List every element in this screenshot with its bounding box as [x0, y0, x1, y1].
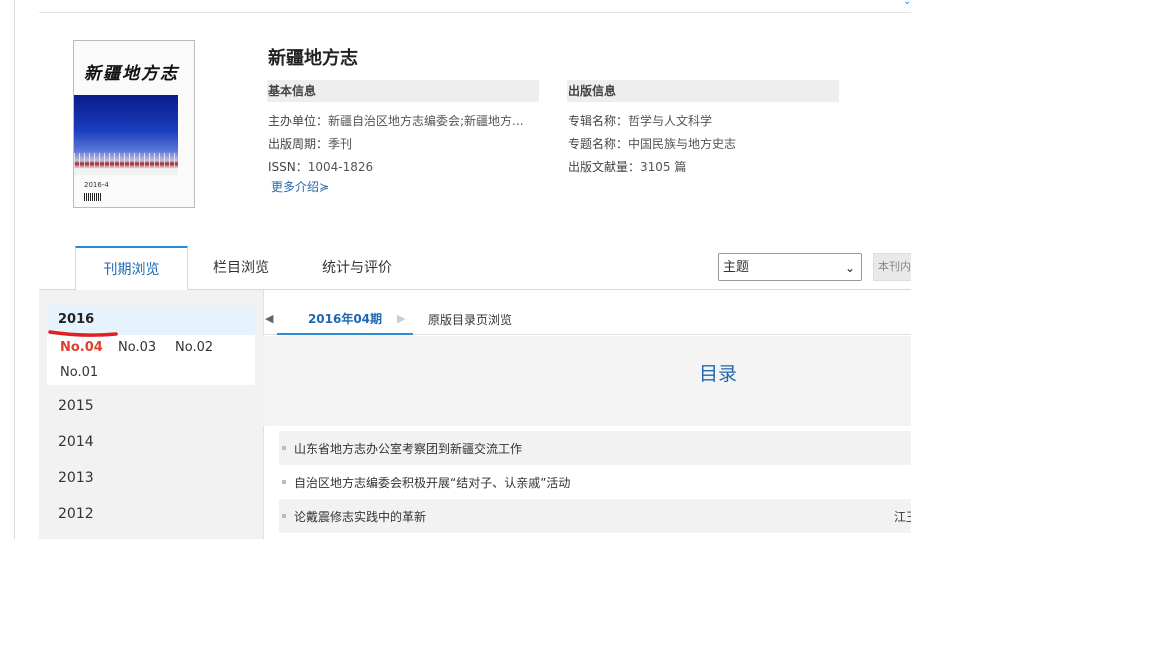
info-label: ISSN：	[268, 160, 308, 174]
info-label: 出版文献量：	[568, 160, 641, 174]
cover-title: 新疆地方志	[84, 64, 179, 84]
info-value: 新疆自治区地方志编委会;新疆地方...	[328, 114, 524, 128]
article-row: 自治区地方志编委会积极开展“结对子、认亲戚”活动	[279, 465, 911, 499]
year-item-2013[interactable]: 2013	[58, 470, 94, 486]
info-row-host: 主办单位：新疆自治区地方志编委会;新疆地方...	[268, 112, 524, 129]
article-row: 论戴震修志实践中的革新 江玉	[279, 499, 911, 533]
scroll-marker-icon: ⌄	[903, 0, 911, 7]
search-input[interactable]: 本刊内	[873, 253, 911, 281]
info-value: 哲学与人文科学	[628, 114, 713, 128]
tab-statistics[interactable]: 统计与评价	[322, 257, 392, 277]
journal-cover[interactable]: 新疆地方志 2016-4	[73, 40, 195, 208]
toc-header-area	[263, 336, 911, 426]
info-row-issn: ISSN：1004-1826	[268, 158, 373, 175]
bullet-icon	[282, 446, 286, 450]
issue-link-no01[interactable]: No.01	[60, 365, 98, 380]
bullet-icon	[282, 480, 286, 484]
info-row-count: 出版文献量：3105 篇	[568, 158, 686, 175]
basic-info-heading: 基本信息	[267, 80, 539, 102]
article-title-link[interactable]: 论戴震修志实践中的革新	[294, 508, 426, 525]
article-title-link[interactable]: 自治区地方志编委会积极开展“结对子、认亲戚”活动	[294, 474, 570, 491]
info-row-topic: 专题名称：中国民族与地方史志	[568, 135, 736, 152]
journal-title: 新疆地方志	[268, 48, 358, 69]
year-item-2014[interactable]: 2014	[58, 434, 94, 450]
cover-photo	[74, 95, 178, 175]
info-label: 专题名称：	[568, 137, 629, 151]
info-value: 中国民族与地方史志	[628, 137, 737, 151]
tab-column-browse[interactable]: 栏目浏览	[213, 257, 269, 277]
publish-info-heading: 出版信息	[567, 80, 839, 102]
next-issue-arrow-icon[interactable]: ▶	[397, 312, 405, 325]
cover-edition: 2016-4	[84, 181, 109, 189]
current-issue-tab[interactable]: 2016年04期	[277, 303, 413, 335]
year-label: 2016	[58, 312, 95, 327]
article-title-link[interactable]: 山东省地方志办公室考察团到新疆交流工作	[294, 440, 522, 457]
search-field-select[interactable]: 主题 ⌄	[718, 253, 862, 281]
issue-link-no02[interactable]: No.02	[175, 340, 213, 355]
issue-link-no03[interactable]: No.03	[118, 340, 156, 355]
tab-issue-browse[interactable]: 刊期浏览	[75, 246, 188, 292]
red-underline-annotation	[48, 330, 118, 337]
info-row-cycle: 出版周期：季刊	[268, 135, 352, 152]
more-intro-link[interactable]: 更多介绍≽	[271, 178, 329, 195]
info-value: 1004-1826	[307, 160, 374, 174]
select-value: 主题	[723, 260, 750, 275]
info-value: 3105 篇	[640, 160, 687, 174]
info-value: 季刊	[328, 137, 353, 151]
bullet-icon	[282, 514, 286, 518]
article-author[interactable]: 江玉	[894, 508, 911, 525]
original-toc-link[interactable]: 原版目录页浏览	[428, 311, 512, 328]
chevron-down-icon: ⌄	[844, 261, 855, 275]
info-label: 专辑名称：	[568, 114, 629, 128]
prev-issue-arrow-icon[interactable]: ◀	[265, 312, 273, 325]
year-item-2012[interactable]: 2012	[58, 506, 94, 522]
info-label: 出版周期：	[268, 137, 329, 151]
barcode-icon	[84, 193, 102, 201]
year-item-2015[interactable]: 2015	[58, 398, 94, 414]
top-divider	[39, 12, 911, 13]
issue-link-no04[interactable]: No.04	[60, 340, 103, 355]
info-row-series: 专辑名称：哲学与人文科学	[568, 112, 712, 129]
info-label: 主办单位：	[268, 114, 329, 128]
page-viewport: ⌄ 新疆地方志 2016-4 新疆地方志 基本信息 主办单位：新疆自治区地方志编…	[14, 0, 911, 539]
toc-title: 目录	[699, 363, 738, 385]
article-row: 山东省地方志办公室考察团到新疆交流工作	[279, 431, 911, 465]
